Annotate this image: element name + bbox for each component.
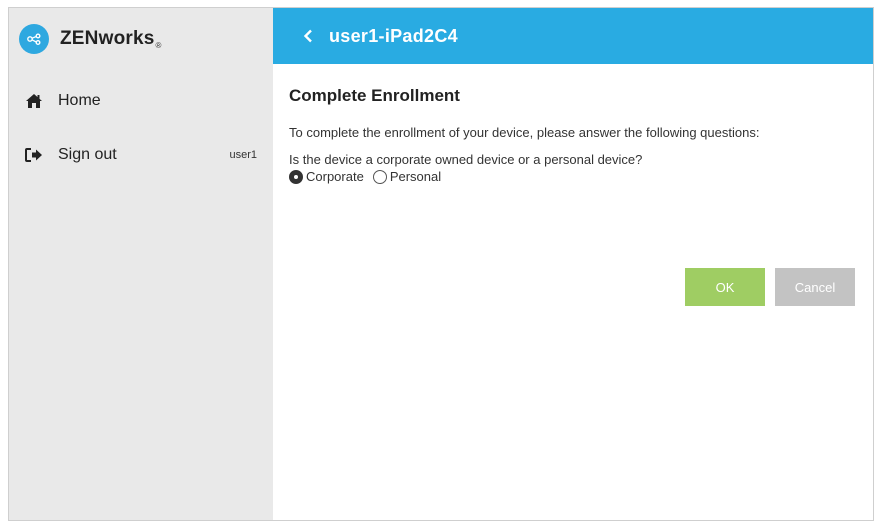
- current-user-label: user1: [229, 149, 257, 161]
- sidebar-item-label: Home: [58, 92, 101, 109]
- radio-option-personal[interactable]: Personal: [372, 169, 442, 184]
- radio-button-personal[interactable]: [372, 169, 387, 184]
- brand-name: ZENworks®: [60, 28, 162, 50]
- page-title: user1-iPad2C4: [329, 25, 458, 46]
- cancel-button[interactable]: Cancel: [775, 268, 855, 306]
- sidebar-item-label: Sign out: [58, 146, 117, 163]
- brand-registered-mark: ®: [155, 41, 162, 50]
- chevron-left-icon[interactable]: [303, 29, 323, 43]
- ok-button[interactable]: OK: [685, 268, 765, 306]
- main-panel: user1-iPad2C4 Complete Enrollment To com…: [273, 8, 873, 520]
- radio-button-corporate[interactable]: [289, 169, 303, 184]
- radio-label: Corporate: [306, 169, 364, 184]
- brand: ZENworks®: [9, 8, 273, 70]
- form-actions: OK Cancel: [685, 268, 855, 306]
- zenworks-logo-icon: [19, 24, 49, 54]
- sidebar-item-home[interactable]: Home: [9, 74, 273, 128]
- sign-out-icon: [25, 146, 43, 164]
- header-bar: user1-iPad2C4: [273, 8, 873, 64]
- radio-option-corporate[interactable]: Corporate: [289, 169, 364, 184]
- form-heading: Complete Enrollment: [289, 86, 460, 105]
- home-icon: [25, 92, 43, 110]
- ownership-radio-group: Corporate Personal: [289, 169, 857, 184]
- sidebar: ZENworks® Home Sign out user1: [9, 8, 273, 520]
- enrollment-form: Complete Enrollment To complete the enro…: [273, 64, 873, 184]
- app-window: ZENworks® Home Sign out user1 user1-iPad…: [8, 7, 874, 521]
- ownership-question: Is the device a corporate owned device o…: [289, 152, 643, 167]
- radio-label: Personal: [389, 169, 442, 184]
- sidebar-item-sign-out[interactable]: Sign out user1: [9, 128, 273, 182]
- form-intro-text: To complete the enrollment of your devic…: [289, 125, 760, 140]
